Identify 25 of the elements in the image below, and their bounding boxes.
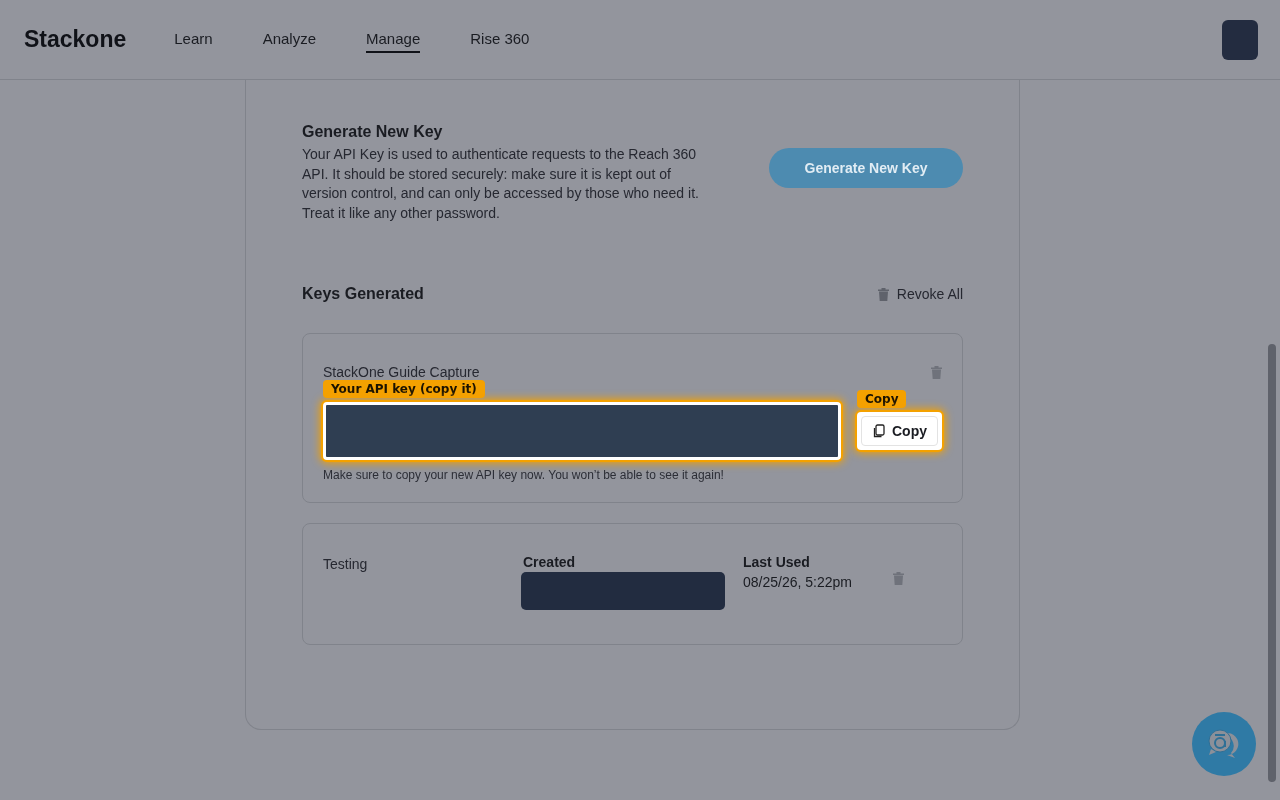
revoke-all-button[interactable]: Revoke All [877, 286, 963, 302]
section-title: Keys Generated [302, 285, 424, 303]
nav-link[interactable]: Manage [366, 26, 421, 53]
trash-icon[interactable] [893, 572, 904, 585]
logo[interactable]: Stackone [24, 26, 127, 53]
trash-icon [877, 287, 889, 301]
last-used-date: 08/25/26, 5:22pm [743, 574, 853, 590]
last-used-label: Last Used [743, 554, 811, 570]
callout-tag: Your API key (copy it) [323, 380, 485, 398]
copy-icon [872, 424, 885, 438]
description: Your API Key is used to authenticate requests to the Reach 360 API. It should be stored securely: make sure it is kept out of version control, and can only be accessed by those who need it. Treat it like any other password. [302, 145, 700, 223]
callout-tag: Copy [857, 390, 907, 408]
key-name: Testing [323, 555, 369, 572]
api-key-field[interactable] [323, 402, 841, 460]
copy-button[interactable]: Copy [861, 416, 938, 446]
section-title: Generate New Key [302, 123, 443, 140]
nav-link[interactable]: Learn [174, 26, 213, 53]
key-name: StackOne Guide Capture [323, 364, 480, 380]
warning-note: Make sure to copy your new API key now. You won’t be able to see it again! [323, 468, 725, 482]
generate-key-button[interactable]: Generate New Key [769, 148, 963, 188]
avatar[interactable] [1222, 19, 1258, 60]
nav-link[interactable]: Analyze [262, 26, 316, 53]
trash-icon[interactable] [931, 365, 942, 379]
nav-link[interactable]: Rise 360 [470, 26, 530, 53]
created-label: Created [523, 554, 577, 570]
